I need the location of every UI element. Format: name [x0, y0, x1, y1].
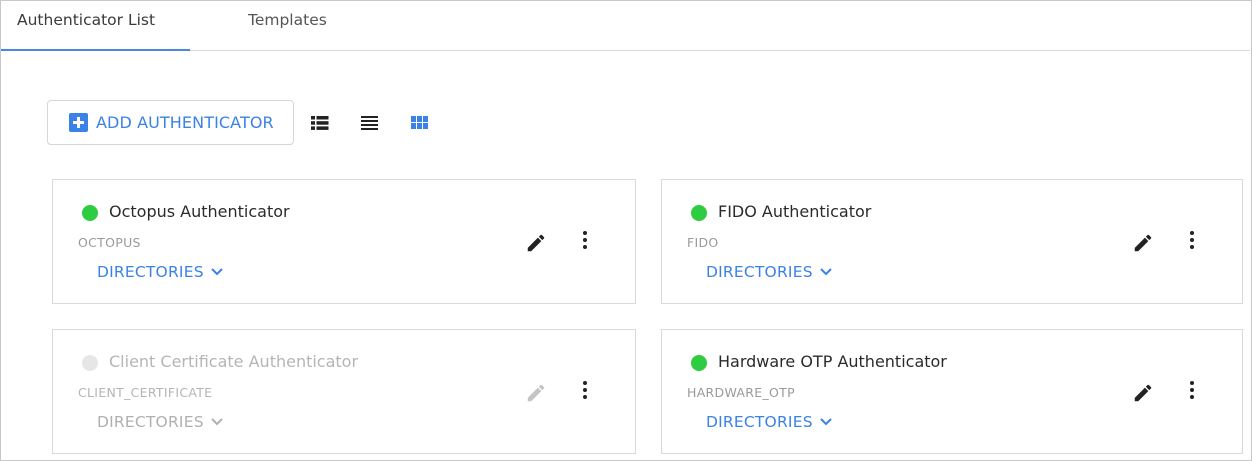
list-detail-view-icon[interactable]	[310, 114, 330, 132]
authenticator-title: Hardware OTP Authenticator	[718, 352, 947, 371]
directories-label: DIRECTORIES	[706, 263, 813, 281]
chevron-down-icon	[211, 418, 223, 426]
add-authenticator-button[interactable]: ADD AUTHENTICATOR	[47, 100, 294, 145]
tab-templates[interactable]: Templates	[248, 1, 358, 51]
directories-toggle[interactable]: DIRECTORIES	[97, 413, 224, 431]
chevron-down-icon	[820, 418, 832, 426]
more-options-icon[interactable]	[1186, 380, 1198, 400]
more-options-icon[interactable]	[579, 230, 591, 250]
status-indicator	[691, 355, 707, 371]
authenticator-card: Hardware OTP Authenticator HARDWARE_OTP …	[661, 329, 1243, 454]
directories-label: DIRECTORIES	[97, 413, 204, 431]
plus-icon	[69, 113, 88, 132]
authenticator-type: CLIENT_CERTIFICATE	[78, 385, 213, 400]
chevron-down-icon	[211, 268, 223, 276]
chevron-down-icon	[820, 268, 832, 276]
authenticator-card: Octopus Authenticator OCTOPUS DIRECTORIE…	[52, 179, 636, 304]
tab-bar: Authenticator List Templates	[1, 1, 1250, 51]
more-options-icon[interactable]	[579, 380, 591, 400]
edit-icon[interactable]	[1132, 232, 1154, 254]
edit-icon[interactable]	[525, 232, 547, 254]
status-indicator	[691, 205, 707, 221]
edit-icon[interactable]	[1132, 382, 1154, 404]
authenticator-card: Client Certificate Authenticator CLIENT_…	[52, 329, 636, 454]
directories-toggle[interactable]: DIRECTORIES	[706, 413, 833, 431]
authenticator-title: Client Certificate Authenticator	[109, 352, 359, 371]
grid-view-icon[interactable]	[410, 114, 430, 132]
authenticator-title: FIDO Authenticator	[718, 202, 872, 221]
edit-icon[interactable]	[525, 382, 547, 404]
authenticator-type: FIDO	[687, 235, 719, 250]
directories-toggle[interactable]: DIRECTORIES	[97, 263, 224, 281]
list-view-icon[interactable]	[360, 114, 380, 132]
authenticator-type: HARDWARE_OTP	[687, 385, 795, 400]
status-indicator	[82, 205, 98, 221]
authenticator-type: OCTOPUS	[78, 235, 141, 250]
directories-toggle[interactable]: DIRECTORIES	[706, 263, 833, 281]
tab-authenticator-list[interactable]: Authenticator List	[1, 1, 190, 51]
authenticator-card: FIDO Authenticator FIDO DIRECTORIES	[661, 179, 1243, 304]
add-authenticator-label: ADD AUTHENTICATOR	[96, 113, 274, 132]
more-options-icon[interactable]	[1186, 230, 1198, 250]
status-indicator	[82, 355, 98, 371]
directories-label: DIRECTORIES	[706, 413, 813, 431]
authenticator-title: Octopus Authenticator	[109, 202, 290, 221]
directories-label: DIRECTORIES	[97, 263, 204, 281]
